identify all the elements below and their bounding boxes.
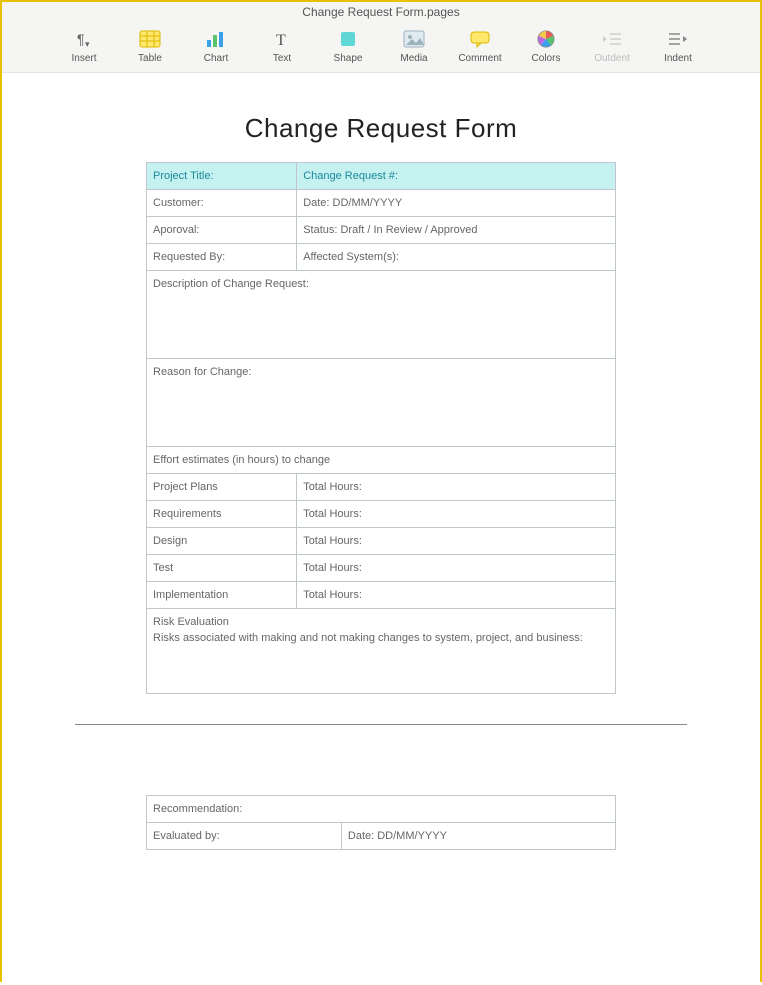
document-title: Change Request Form: [75, 113, 687, 144]
comment-label: Comment: [458, 53, 501, 64]
colors-icon: [534, 27, 558, 51]
table-row: Customer: Date: DD/MM/YYYY: [147, 190, 616, 217]
cell-project-title: Project Title:: [147, 163, 297, 190]
svg-text:▾: ▾: [85, 39, 90, 49]
chart-button[interactable]: Chart: [192, 27, 240, 64]
media-icon: [402, 27, 426, 51]
document-page-2: Recommendation: Evaluated by: Date: DD/M…: [75, 795, 687, 850]
insert-button[interactable]: ¶▾ Insert: [60, 27, 108, 64]
outdent-icon: [600, 27, 624, 51]
cell-status: Status: Draft / In Review / Approved: [297, 217, 616, 244]
svg-text:¶: ¶: [77, 31, 85, 47]
cell-date: Date: DD/MM/YYYY: [297, 190, 616, 217]
document-canvas[interactable]: Change Request Form Project Title: Chang…: [2, 73, 760, 985]
indent-icon: [666, 27, 690, 51]
table-row: Test Total Hours:: [147, 555, 616, 582]
shape-icon: [336, 27, 360, 51]
cell-change-request-num: Change Request #:: [297, 163, 616, 190]
toolbar: ¶▾ Insert Table Chart T Text Shape Media: [2, 21, 760, 73]
table-row: Evaluated by: Date: DD/MM/YYYY: [147, 823, 616, 850]
insert-icon: ¶▾: [72, 27, 96, 51]
cell-recommendation: Recommendation:: [147, 796, 616, 823]
table-button[interactable]: Table: [126, 27, 174, 64]
risk-body: Risks associated with making and not mak…: [153, 628, 609, 686]
svg-text:T: T: [276, 32, 286, 49]
cell-est-left: Design: [147, 528, 297, 555]
form-table-2: Recommendation: Evaluated by: Date: DD/M…: [146, 795, 616, 850]
cell-est-right: Total Hours:: [297, 501, 616, 528]
shape-button[interactable]: Shape: [324, 27, 372, 64]
indent-label: Indent: [664, 53, 692, 64]
colors-label: Colors: [532, 53, 561, 64]
cell-approval: Aporoval:: [147, 217, 297, 244]
page-break: [75, 724, 687, 725]
table-row: Risk Evaluation Risks associated with ma…: [147, 609, 616, 694]
table-row: Implementation Total Hours:: [147, 582, 616, 609]
cell-est-left: Requirements: [147, 501, 297, 528]
form-table: Project Title: Change Request #: Custome…: [146, 162, 616, 694]
chart-icon: [204, 27, 228, 51]
cell-evaluated-by: Evaluated by:: [147, 823, 342, 850]
indent-button[interactable]: Indent: [654, 27, 702, 64]
cell-est-right: Total Hours:: [297, 474, 616, 501]
table-row: Reason for Change:: [147, 359, 616, 447]
risk-title: Risk Evaluation: [153, 616, 609, 628]
table-row: Effort estimates (in hours) to change: [147, 447, 616, 474]
cell-est-right: Total Hours:: [297, 528, 616, 555]
cell-est-right: Total Hours:: [297, 582, 616, 609]
media-label: Media: [400, 53, 427, 64]
table-row: Project Plans Total Hours:: [147, 474, 616, 501]
media-button[interactable]: Media: [390, 27, 438, 64]
cell-eval-date: Date: DD/MM/YYYY: [341, 823, 615, 850]
document-page-1: Change Request Form Project Title: Chang…: [75, 113, 687, 694]
comment-icon: [468, 27, 492, 51]
chart-label: Chart: [204, 53, 228, 64]
table-row: Requested By: Affected System(s):: [147, 244, 616, 271]
table-row: Aporoval: Status: Draft / In Review / Ap…: [147, 217, 616, 244]
table-icon: [138, 27, 162, 51]
shape-label: Shape: [334, 53, 363, 64]
cell-affected-systems: Affected System(s):: [297, 244, 616, 271]
table-label: Table: [138, 53, 162, 64]
outdent-button[interactable]: Outdent: [588, 27, 636, 64]
text-label: Text: [273, 53, 291, 64]
cell-risk: Risk Evaluation Risks associated with ma…: [147, 609, 616, 694]
outdent-label: Outdent: [594, 53, 630, 64]
colors-button[interactable]: Colors: [522, 27, 570, 64]
table-row: Recommendation:: [147, 796, 616, 823]
cell-est-left: Test: [147, 555, 297, 582]
cell-effort-header: Effort estimates (in hours) to change: [147, 447, 616, 474]
cell-est-left: Implementation: [147, 582, 297, 609]
table-row: Design Total Hours:: [147, 528, 616, 555]
table-row: Description of Change Request:: [147, 271, 616, 359]
text-icon: T: [270, 27, 294, 51]
cell-customer: Customer:: [147, 190, 297, 217]
text-button[interactable]: T Text: [258, 27, 306, 64]
cell-requested-by: Requested By:: [147, 244, 297, 271]
comment-button[interactable]: Comment: [456, 27, 504, 64]
insert-label: Insert: [71, 53, 96, 64]
cell-reason: Reason for Change:: [147, 359, 616, 447]
table-row: Project Title: Change Request #:: [147, 163, 616, 190]
cell-est-right: Total Hours:: [297, 555, 616, 582]
cell-est-left: Project Plans: [147, 474, 297, 501]
cell-description: Description of Change Request:: [147, 271, 616, 359]
table-row: Requirements Total Hours:: [147, 501, 616, 528]
window-title: Change Request Form.pages: [2, 2, 760, 21]
